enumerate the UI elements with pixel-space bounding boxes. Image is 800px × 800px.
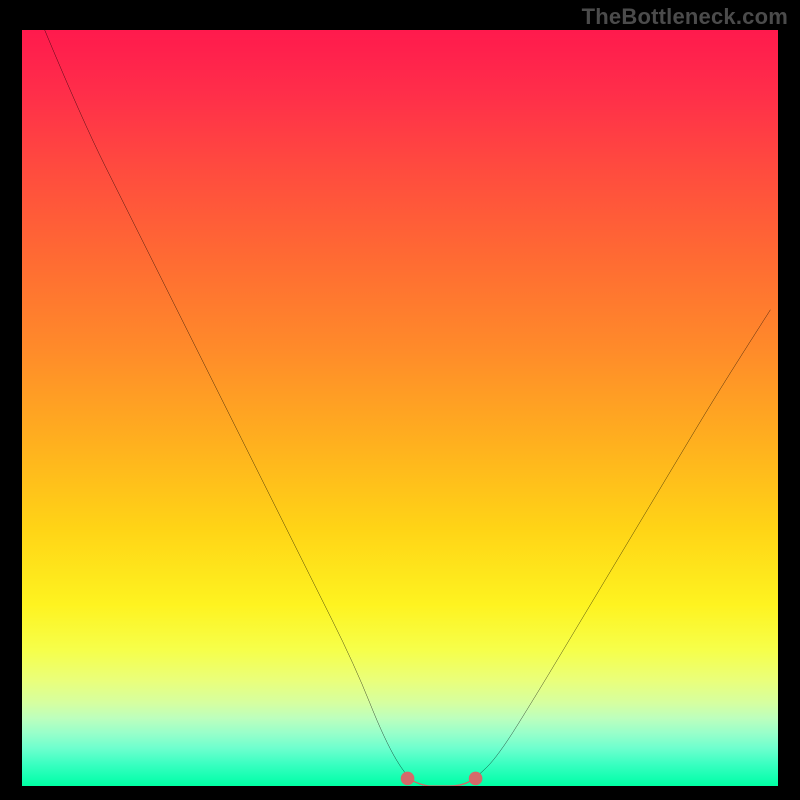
- highlight-band-path: [408, 778, 476, 786]
- chart-frame: TheBottleneck.com: [0, 0, 800, 800]
- marker-dots: [401, 772, 483, 786]
- optimal-range-markers: [22, 30, 778, 786]
- watermark-text: TheBottleneck.com: [582, 4, 788, 30]
- plot-area: [22, 30, 778, 786]
- plot-outer: [22, 30, 778, 786]
- highlight-end-dot: [401, 772, 415, 786]
- highlight-end-dot: [469, 772, 483, 786]
